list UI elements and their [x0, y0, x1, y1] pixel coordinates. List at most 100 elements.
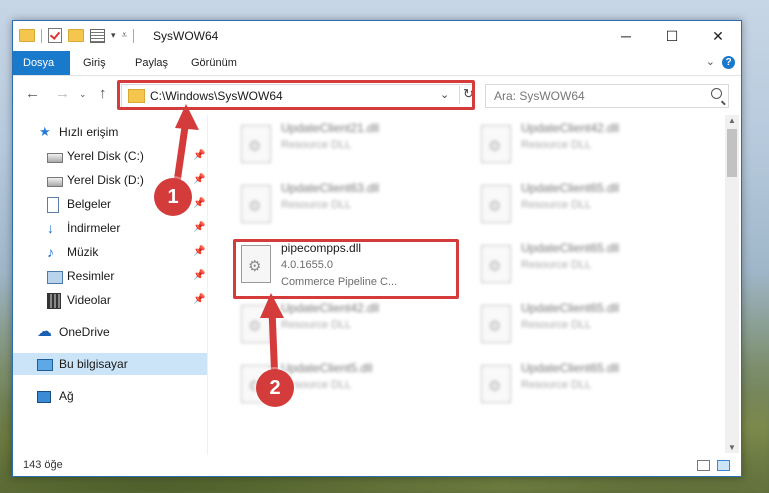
- file-name: UpdateClient65.dll: [521, 361, 620, 375]
- search-input[interactable]: Ara: SysWOW64: [494, 89, 585, 103]
- step-2-marker: 2: [256, 369, 294, 407]
- sidebar-item-label: Bu bilgisayar: [59, 357, 128, 371]
- sidebar-item-music[interactable]: ♪ Müzik 📌: [13, 241, 207, 263]
- dropdown-arrow-icon[interactable]: ▾: [111, 30, 116, 41]
- sidebar-item-label: Yerel Disk (C:): [67, 149, 144, 163]
- pin-icon[interactable]: 📌: [193, 289, 205, 311]
- back-arrow-icon[interactable]: ←: [25, 85, 40, 102]
- sidebar-item-label: Videolar: [67, 293, 111, 307]
- file-item[interactable]: UpdateClient42.dll Resource DLL: [233, 299, 463, 353]
- sidebar-item-disk-c[interactable]: Yerel Disk (C:) 📌: [13, 145, 207, 167]
- pin-icon[interactable]: 📌: [193, 241, 205, 263]
- music-icon: ♪: [47, 244, 54, 260]
- explorer-window: ▾ ⩡ SysWOW64 ─ ☐ ✕ Dosya Giriş Paylaş Gö…: [12, 20, 742, 477]
- scrollbar-thumb[interactable]: [727, 129, 737, 177]
- dll-file-icon: [481, 245, 511, 283]
- file-type: Resource DLL: [521, 379, 592, 391]
- scroll-down-icon[interactable]: ▼: [728, 443, 736, 452]
- sidebar-item-downloads[interactable]: ↓ İndirmeler 📌: [13, 217, 207, 239]
- tab-file[interactable]: Dosya: [13, 51, 70, 75]
- star-icon: ★: [39, 124, 51, 139]
- recent-locations-icon[interactable]: ⌄: [79, 89, 87, 100]
- pin-icon[interactable]: 📌: [193, 169, 205, 191]
- details-view-icon[interactable]: [697, 460, 710, 471]
- separator: [133, 28, 135, 43]
- address-highlight-box: [117, 80, 475, 110]
- sidebar-item-onedrive[interactable]: ☁ OneDrive: [13, 321, 207, 343]
- search-box[interactable]: Ara: SysWOW64: [485, 84, 729, 108]
- dll-file-icon: [481, 185, 511, 223]
- sidebar-item-pictures[interactable]: Resimler 📌: [13, 265, 207, 287]
- item-count: 143 öğe: [23, 459, 63, 471]
- vertical-scrollbar[interactable]: ▲ ▼: [725, 115, 739, 453]
- minimize-button[interactable]: ─: [603, 21, 649, 51]
- help-icon[interactable]: ?: [722, 56, 735, 69]
- sidebar-item-label: Resimler: [67, 269, 115, 283]
- forward-arrow-icon[interactable]: →: [55, 85, 70, 102]
- file-type: Resource DLL: [521, 259, 592, 271]
- sidebar-item-label: Ağ: [59, 389, 74, 403]
- file-item[interactable]: UpdateClient21.dll Resource DLL: [233, 119, 463, 173]
- dll-file-icon: [481, 305, 511, 343]
- tab-home[interactable]: Giriş: [73, 51, 116, 75]
- file-name: UpdateClient42.dll: [281, 301, 380, 315]
- maximize-button[interactable]: ☐: [649, 21, 695, 51]
- customize-toolbar-icon[interactable]: ⩡: [122, 30, 128, 41]
- tab-share[interactable]: Paylaş: [125, 51, 178, 75]
- pin-icon[interactable]: 📌: [193, 265, 205, 287]
- file-item[interactable]: UpdateClient42.dll Resource DLL: [473, 119, 703, 173]
- large-icons-view-icon[interactable]: [717, 460, 730, 471]
- file-item[interactable]: UpdateClient65.dll Resource DLL: [473, 359, 703, 413]
- view-options-icon[interactable]: [90, 28, 105, 43]
- pane-divider[interactable]: [207, 115, 208, 455]
- pin-icon[interactable]: 📌: [193, 193, 205, 215]
- sidebar-item-label: İndirmeler: [67, 221, 121, 235]
- file-type: Resource DLL: [281, 319, 352, 331]
- status-bar: 143 öğe: [13, 454, 741, 476]
- close-button[interactable]: ✕: [695, 21, 741, 51]
- pictures-icon: [47, 271, 63, 284]
- file-name: UpdateClient63.dll: [281, 181, 380, 195]
- computer-icon: [37, 359, 53, 371]
- file-item[interactable]: UpdateClient65.dll Resource DLL: [473, 299, 703, 353]
- file-highlight-box: [233, 239, 459, 299]
- expand-ribbon-icon[interactable]: ⌄: [706, 55, 715, 68]
- properties-check-icon[interactable]: [48, 28, 62, 43]
- file-item[interactable]: UpdateClient65.dll Resource DLL: [473, 179, 703, 233]
- separator: [41, 28, 42, 43]
- file-type: Resource DLL: [281, 139, 352, 151]
- cloud-icon: ☁: [37, 323, 52, 340]
- file-item[interactable]: UpdateClient63.dll Resource DLL: [233, 179, 463, 233]
- file-item[interactable]: UpdateClient65.dll Resource DLL: [473, 239, 703, 293]
- network-icon: [37, 391, 51, 403]
- dll-file-icon: [241, 125, 271, 163]
- tab-view[interactable]: Görünüm: [181, 51, 247, 75]
- sidebar-item-label: Belgeler: [67, 197, 112, 211]
- up-arrow-icon[interactable]: ↑: [99, 85, 107, 102]
- new-folder-icon[interactable]: [68, 29, 84, 42]
- file-name: UpdateClient65.dll: [521, 241, 620, 255]
- sidebar-item-quick-access[interactable]: ★ Hızlı erişim: [13, 121, 207, 143]
- ribbon-tabs: Dosya Giriş Paylaş Görünüm ⌄ ?: [13, 51, 741, 76]
- file-name: UpdateClient65.dll: [521, 301, 620, 315]
- file-type: Resource DLL: [281, 199, 352, 211]
- documents-icon: [47, 197, 59, 213]
- navigation-pane: ★ Hızlı erişim Yerel Disk (C:) 📌 Yerel D…: [13, 115, 207, 455]
- dll-file-icon: [241, 305, 271, 343]
- pin-icon[interactable]: 📌: [193, 145, 205, 167]
- sidebar-item-network[interactable]: Ağ: [13, 385, 207, 407]
- quick-access-toolbar: ▾ ⩡: [19, 28, 135, 43]
- file-name: UpdateClient5.dll: [281, 361, 373, 375]
- dll-file-icon: [481, 125, 511, 163]
- folder-icon: [19, 29, 35, 42]
- file-name: UpdateClient21.dll: [281, 121, 380, 135]
- sidebar-item-videos[interactable]: Videolar 📌: [13, 289, 207, 311]
- file-name: UpdateClient42.dll: [521, 121, 620, 135]
- pin-icon[interactable]: 📌: [193, 217, 205, 239]
- disk-icon: [47, 153, 63, 163]
- videos-icon: [47, 293, 61, 309]
- sidebar-item-this-pc[interactable]: Bu bilgisayar: [13, 353, 207, 375]
- scroll-up-icon[interactable]: ▲: [728, 116, 736, 125]
- search-icon[interactable]: [711, 88, 722, 99]
- title-bar: ▾ ⩡ SysWOW64 ─ ☐ ✕: [13, 21, 741, 51]
